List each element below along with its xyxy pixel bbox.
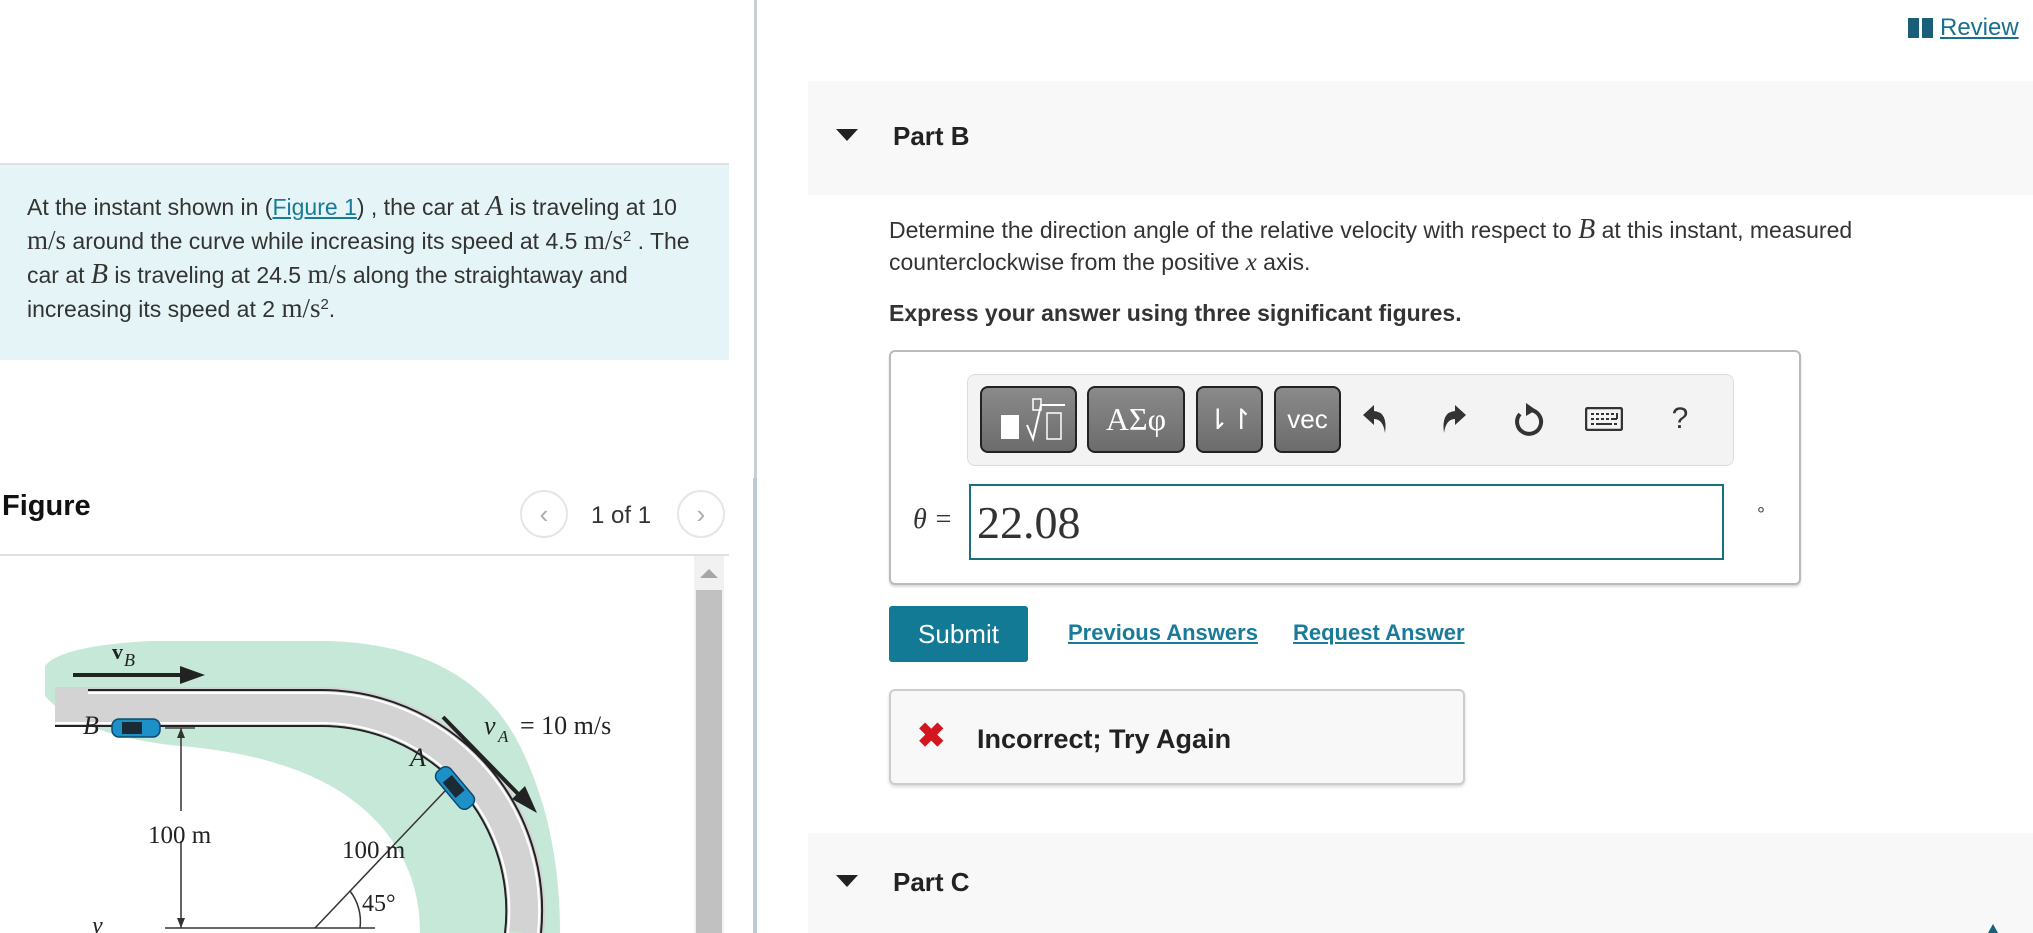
undo-icon (1363, 405, 1386, 433)
feedback-message: Incorrect; Try Again (977, 724, 1232, 754)
redo-button[interactable] (1433, 399, 1473, 439)
chevron-right-icon: › (696, 498, 706, 529)
figure-prev-button[interactable]: ‹ (520, 490, 568, 538)
unit: m/s (583, 225, 623, 255)
answer-box: ΑΣφ ⇂↾ vec ? θ = ° (889, 350, 1801, 585)
figure-next-button[interactable]: › (677, 490, 725, 538)
degree-unit: ° (1757, 504, 1765, 526)
theta-symbol: θ = (913, 504, 953, 535)
redo-icon (1443, 405, 1466, 433)
dimension-label-radius: 100 m (342, 837, 406, 864)
greek-button[interactable]: ΑΣφ (1087, 386, 1185, 453)
incorrect-icon: ✖ (917, 717, 946, 755)
review-label: Review (1940, 14, 2019, 41)
va-subscript: A (497, 727, 509, 746)
problem-text: At the instant shown in (Figure 1) , the… (27, 190, 717, 326)
part-b-title: Part B (893, 121, 970, 151)
caret-down-icon[interactable] (836, 129, 858, 141)
templates-button[interactable] (980, 386, 1077, 453)
previous-answers-link[interactable]: Previous Answers (1068, 620, 1258, 646)
problem-text-part: At the instant shown in ( (27, 194, 273, 220)
curve-road-diagram: v B B 100 m y A 100 m 45° v A = 10 m/s (45, 639, 611, 933)
templates-icon (1000, 397, 1065, 442)
problem-text-part: . (328, 296, 336, 322)
exponent: 2 (320, 296, 329, 313)
vector-button[interactable]: vec (1274, 386, 1341, 453)
car-b-window (122, 722, 142, 734)
caret-down-icon[interactable] (836, 875, 858, 887)
unit: m/s (307, 259, 347, 289)
var-b: B (90, 259, 109, 290)
axis-y-label: y (90, 913, 103, 933)
greek-symbols: ΑΣφ (1105, 401, 1167, 437)
vb-label: v (112, 639, 123, 664)
keyboard-button[interactable] (1584, 399, 1624, 439)
va-value: = 10 m/s (520, 711, 611, 740)
dimension-arrowhead (177, 918, 185, 928)
chevron-left-icon: ‹ (539, 498, 549, 529)
problem-statement: At the instant shown in (Figure 1) , the… (0, 163, 729, 360)
help-button[interactable]: ? (1660, 399, 1700, 439)
vec-label: vec (1287, 404, 1328, 434)
submit-button[interactable]: Submit (889, 606, 1028, 662)
reset-icon (1515, 403, 1544, 436)
angle-arc (349, 890, 362, 929)
answer-label: θ = (913, 504, 953, 536)
arrows-button[interactable]: ⇂↾ (1196, 386, 1263, 453)
problem-text-part: is traveling at 10 (503, 194, 677, 220)
keyboard-icon (1585, 407, 1623, 431)
part-c-title: Part C (893, 867, 970, 897)
part-b-header[interactable]: Part B (808, 81, 2033, 195)
math-toolbar: ΑΣφ ⇂↾ vec ? (967, 374, 1734, 466)
arrows-icon: ⇂↾ (1206, 404, 1253, 435)
pane-splitter-handle[interactable] (753, 478, 757, 933)
reset-button[interactable] (1508, 399, 1548, 439)
question-text: Determine the direction angle of the rel… (889, 217, 1579, 243)
answer-instruction: Express your answer using three signific… (889, 300, 1462, 326)
vb-subscript: B (124, 650, 135, 670)
problem-text-part: ) , the car at (356, 194, 486, 220)
figure-image: v B B 100 m y A 100 m 45° v A = 10 m/s (0, 556, 694, 933)
scroll-to-top-icon[interactable] (1988, 924, 1998, 933)
figure-link[interactable]: Figure 1 (272, 194, 356, 220)
figure-counter: 1 of 1 (591, 502, 652, 529)
exponent: 2 (622, 228, 632, 245)
arrow-up-icon (700, 568, 718, 578)
part-c-header[interactable]: Part C (808, 833, 2033, 933)
left-pane: At the instant shown in (Figure 1) , the… (0, 0, 756, 933)
unit: m/s (27, 225, 67, 255)
figure-title: Figure (2, 490, 91, 522)
var-a: A (485, 191, 504, 222)
book-icon (1908, 18, 1934, 38)
scroll-up-button[interactable] (694, 556, 724, 590)
undo-button[interactable] (1356, 399, 1396, 439)
var-x: x (1245, 249, 1257, 276)
angle-label: 45° (362, 891, 396, 917)
figure-scrollbar[interactable] (694, 556, 724, 933)
car-b-label: B (83, 711, 99, 740)
part-b-question: Determine the direction angle of the rel… (889, 214, 1999, 279)
unit: m/s (281, 293, 321, 323)
dimension-label-vertical: 100 m (148, 822, 212, 849)
car-a-label: A (408, 743, 426, 772)
va-label: v (484, 711, 496, 740)
pane-splitter[interactable] (753, 0, 757, 933)
question-text: axis. (1256, 249, 1311, 275)
scrollbar-thumb[interactable] (696, 590, 722, 933)
var-b: B (1578, 214, 1596, 245)
request-answer-link[interactable]: Request Answer (1293, 620, 1465, 646)
review-link[interactable]: Review (1908, 14, 2019, 42)
answer-input[interactable] (969, 484, 1724, 560)
help-icon: ? (1671, 402, 1689, 435)
problem-text-part: is traveling at 24.5 (108, 262, 308, 288)
problem-text-part: around the curve while increasing its sp… (66, 228, 584, 254)
feedback-box: ✖ Incorrect; Try Again (889, 689, 1465, 785)
